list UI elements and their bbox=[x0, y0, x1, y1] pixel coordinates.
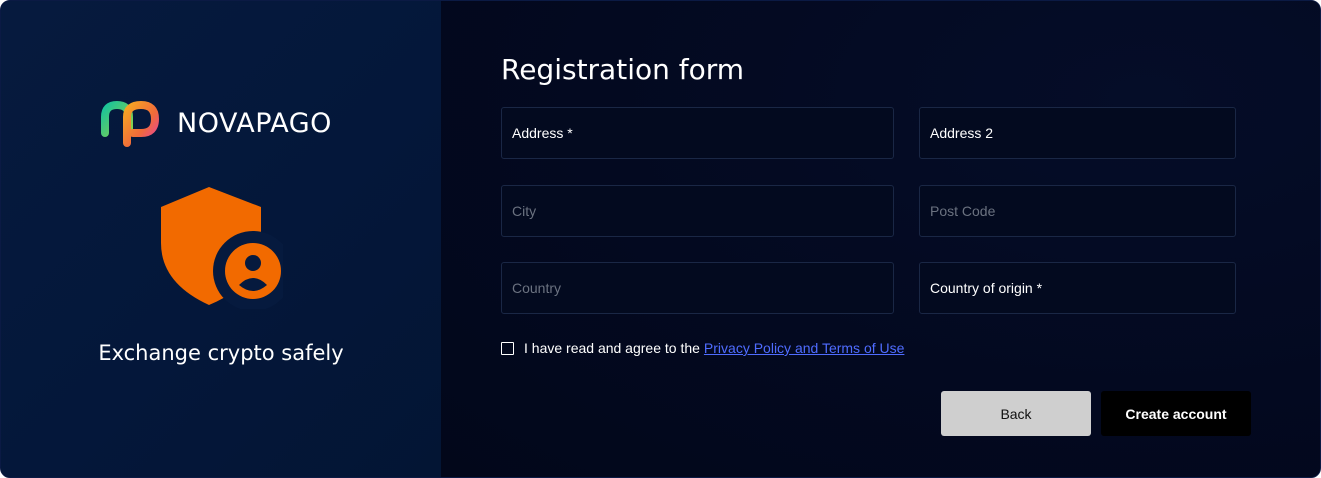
create-account-button[interactable]: Create account bbox=[1101, 391, 1251, 436]
terms-checkbox[interactable] bbox=[501, 341, 514, 355]
registration-card: NOVAPAGO Exchange crypto safely Registra… bbox=[0, 0, 1321, 478]
postcode-field[interactable]: Post Code bbox=[919, 185, 1236, 237]
country-placeholder: Country bbox=[512, 280, 562, 296]
country-of-origin-field[interactable]: Country of origin * bbox=[919, 262, 1236, 314]
country-of-origin-label: Country of origin * bbox=[930, 280, 1043, 296]
brand-panel: NOVAPAGO Exchange crypto safely bbox=[1, 1, 441, 477]
country-field[interactable]: Country bbox=[501, 262, 894, 314]
tagline: Exchange crypto safely bbox=[98, 341, 344, 365]
back-button[interactable]: Back bbox=[941, 391, 1091, 436]
terms-text: I have read and agree to the bbox=[524, 340, 700, 356]
shield-user-icon bbox=[161, 187, 283, 309]
city-placeholder: City bbox=[512, 203, 537, 219]
privacy-terms-link[interactable]: Privacy Policy and Terms of Use bbox=[704, 340, 904, 356]
terms-agreement: I have read and agree to the Privacy Pol… bbox=[501, 340, 904, 356]
address-field[interactable]: Address * bbox=[501, 107, 894, 159]
postcode-placeholder: Post Code bbox=[930, 203, 996, 219]
form-title: Registration form bbox=[501, 53, 745, 86]
address2-label: Address 2 bbox=[930, 125, 994, 141]
city-field[interactable]: City bbox=[501, 185, 894, 237]
address2-field[interactable]: Address 2 bbox=[919, 107, 1236, 159]
address-label: Address * bbox=[512, 125, 573, 141]
novapago-logo-icon bbox=[101, 100, 160, 147]
brand-logo: NOVAPAGO bbox=[99, 99, 332, 147]
brand-name: NOVAPAGO bbox=[177, 107, 332, 139]
